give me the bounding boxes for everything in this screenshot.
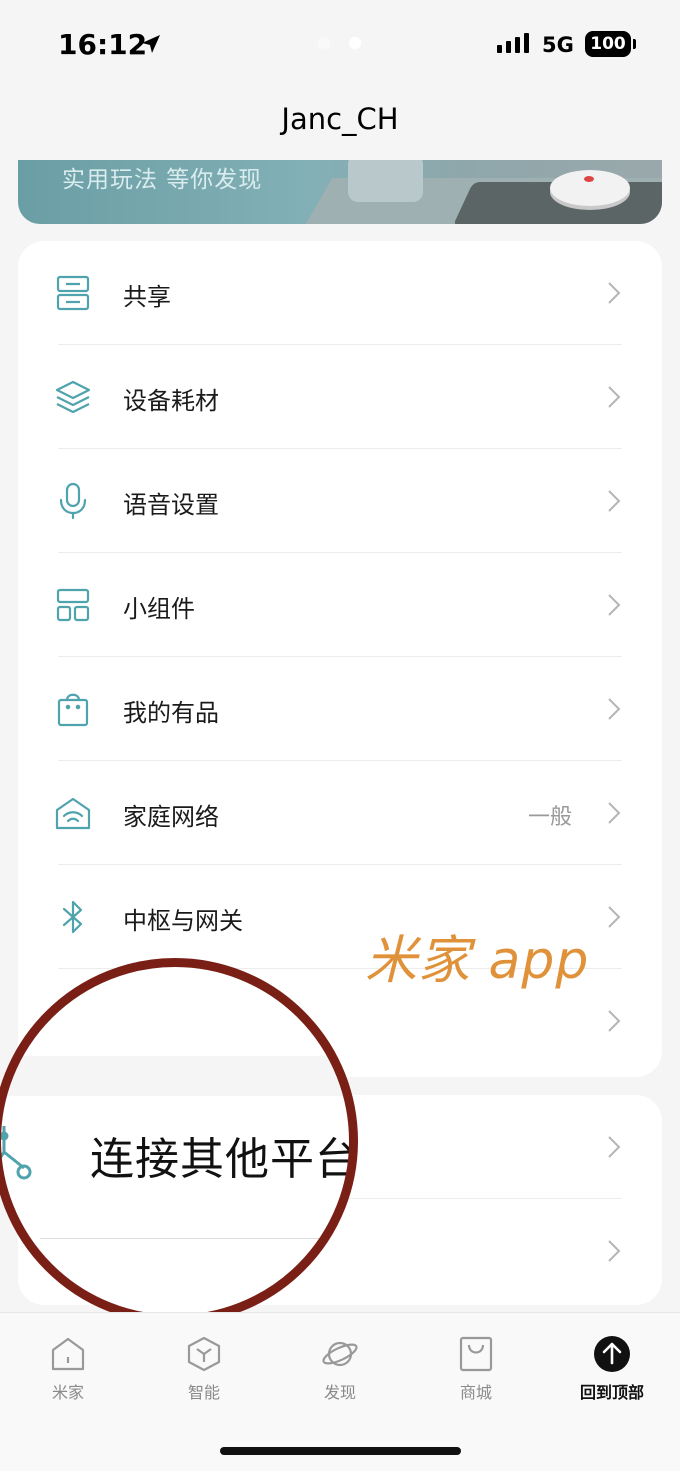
settings-item-widgets[interactable]: 小组件 [18,553,662,657]
settings-item-voice[interactable]: 语音设置 [18,449,662,553]
status-time: 16:12 [58,28,148,61]
chevron-right-icon [608,802,621,824]
widget-icon [56,588,90,622]
signal-icon [497,33,529,53]
tab-label: 回到顶部 [579,1383,644,1402]
chevron-right-icon [608,490,621,512]
banner-text: 实用玩法 等你发现 [62,167,263,193]
tab-label: 米家 [51,1383,84,1402]
settings-item-label: 中枢与网关 [123,907,243,935]
tab-label: 商城 [459,1383,492,1402]
shop-bag-icon [459,1336,493,1372]
chevron-right-icon [608,386,621,408]
carousel-dot-active[interactable] [349,37,361,49]
microphone-icon [59,482,87,520]
planet-icon [322,1341,358,1367]
settings-item-label: 设备耗材 [123,387,219,415]
chevron-right-icon [608,906,621,928]
share-icon [56,275,90,311]
home-indicator[interactable] [220,1447,461,1455]
settings-item-label: 我的有品 [123,699,219,727]
robot-vacuum-light [584,176,594,182]
settings-item-youpin[interactable]: 我的有品 [18,657,662,761]
chevron-right-icon [608,698,621,720]
shopping-bag-icon [57,693,89,727]
chevron-right-icon [608,1240,621,1262]
chevron-right-icon [608,1136,621,1158]
chevron-right-icon [608,594,621,616]
status-bar: 16:12 5G 100 [0,0,680,90]
chevron-right-icon [608,282,621,304]
tab-back-to-top[interactable]: 回到顶部 [562,1335,662,1405]
smart-cube-icon [187,1336,221,1372]
tab-home[interactable]: 米家 [18,1335,118,1405]
home-icon [51,1337,85,1371]
tab-smart[interactable]: 智能 [154,1335,254,1405]
highlight-circle [0,958,358,1324]
banner-furniture [348,160,423,202]
layers-icon [55,380,91,414]
network-status-value: 一般 [527,805,572,830]
chevron-right-icon [608,1010,621,1032]
tab-label: 发现 [323,1383,356,1402]
network-type: 5G [542,33,574,57]
arrow-up-circle-icon [594,1336,630,1372]
promo-banner[interactable]: 实用玩法 等你发现 [18,160,662,224]
battery-tip [633,39,636,49]
settings-item-label: 小组件 [123,595,195,623]
bluetooth-icon [62,900,83,934]
settings-item-consumables[interactable]: 设备耗材 [18,345,662,449]
tab-discover[interactable]: 发现 [290,1335,390,1405]
settings-item-label: 家庭网络 [123,803,219,831]
home-wifi-icon [55,797,91,830]
carousel-dot[interactable] [318,37,330,49]
battery-icon: 100 [585,31,631,57]
settings-item-home-network[interactable]: 家庭网络 一般 [18,761,662,865]
watermark-text: 米家 app [365,931,590,991]
page-title: Janc_CH [281,102,399,136]
settings-item-label: 共享 [123,283,171,311]
tab-store[interactable]: 商城 [426,1335,526,1405]
tab-label: 智能 [187,1383,220,1402]
settings-item-share[interactable]: 共享 [18,241,662,345]
location-arrow-icon [142,35,160,53]
settings-item-label: 语音设置 [123,491,219,519]
